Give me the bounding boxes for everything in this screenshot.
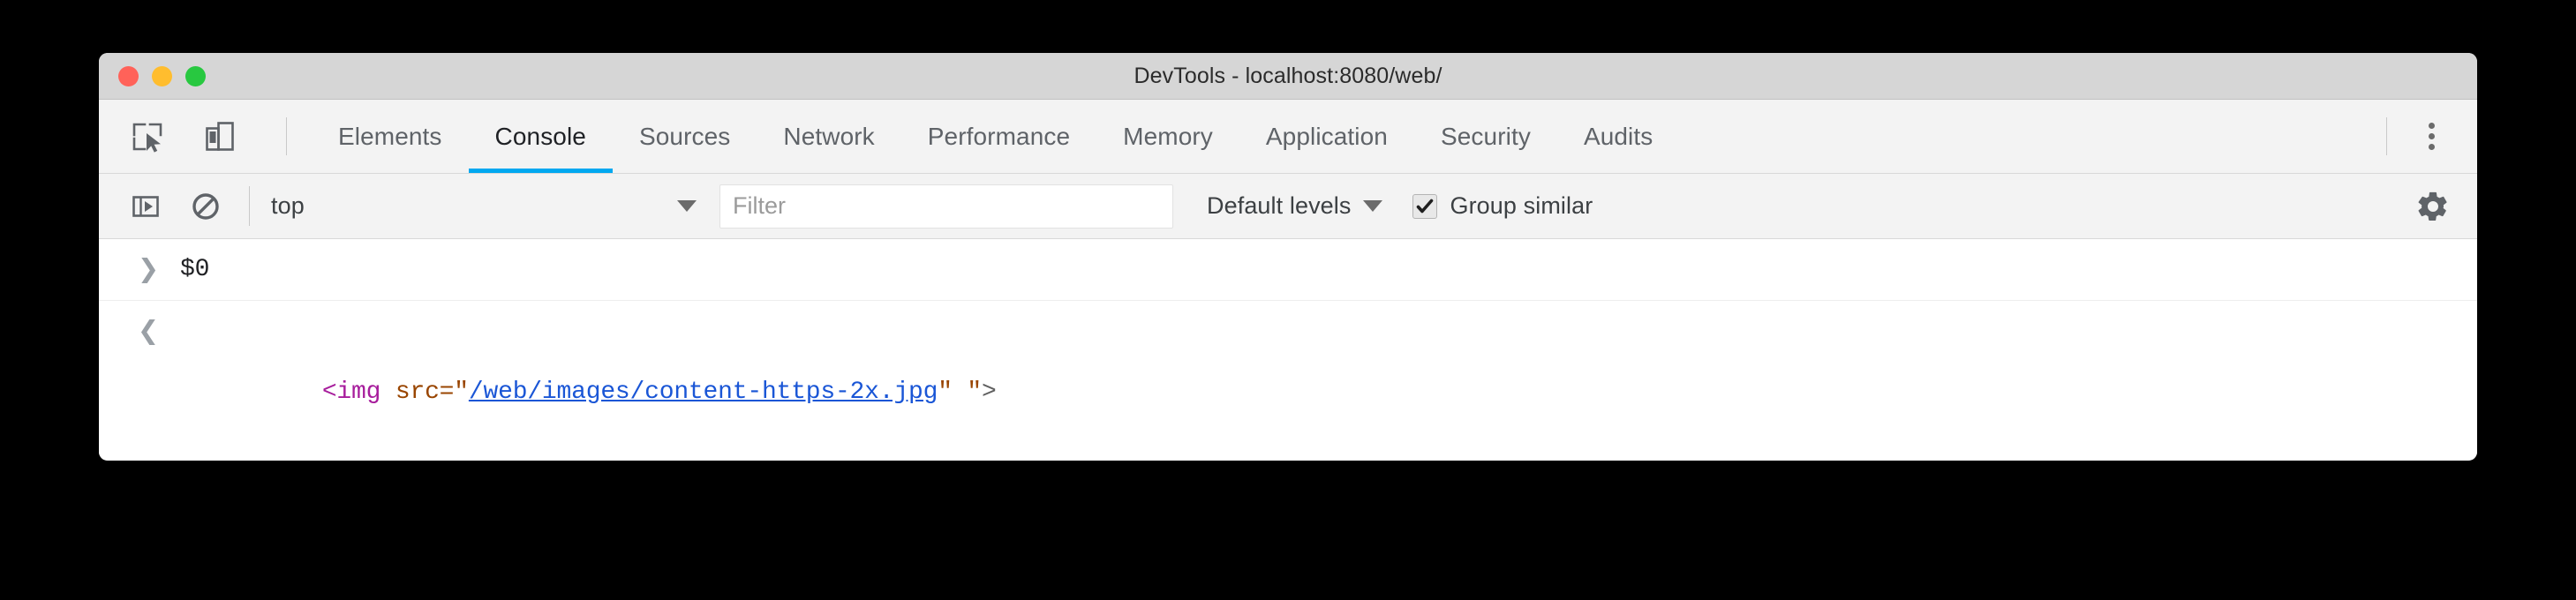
tab-label: Application — [1265, 122, 1388, 150]
tab-label: Sources — [638, 122, 731, 150]
chevron-down-icon — [677, 200, 697, 212]
window-titlebar: DevTools - localhost:8080/web/ — [99, 53, 2477, 100]
window-controls — [118, 53, 206, 100]
html-close-quote: " — [938, 379, 953, 406]
maximize-button[interactable] — [185, 66, 206, 86]
devtools-window: DevTools - localhost:8080/web/ Elements — [99, 53, 2477, 461]
kebab-dot — [2428, 123, 2435, 129]
html-attribute-name: src= — [395, 379, 455, 406]
tab-security[interactable]: Security — [1414, 100, 1557, 173]
html-space — [380, 379, 395, 406]
tab-label: Security — [1440, 122, 1531, 150]
tab-performance[interactable]: Performance — [901, 100, 1096, 173]
console-toolbar-divider — [249, 186, 250, 226]
console-message-list[interactable]: ❯ $0 ❮ <img src="/web/images/content-htt… — [99, 239, 2477, 460]
tab-label: Audits — [1583, 122, 1653, 150]
console-output-html: <img src="/web/images/content-https-2x.j… — [180, 301, 997, 461]
tab-application[interactable]: Application — [1239, 100, 1414, 173]
filter-input[interactable] — [719, 184, 1173, 229]
image-src-link[interactable]: /web/images/content-https-2x.jpg — [469, 379, 938, 406]
kebab-dot — [2428, 133, 2435, 139]
gear-icon[interactable] — [2408, 182, 2458, 231]
minimize-button[interactable] — [152, 66, 172, 86]
group-similar-checkbox[interactable]: Group similar — [1412, 192, 1593, 220]
output-arrow-icon: ❮ — [137, 317, 160, 345]
more-options-icon[interactable] — [2407, 111, 2456, 162]
tab-elements[interactable]: Elements — [312, 100, 469, 173]
kebab-dot — [2428, 144, 2435, 150]
tab-audits[interactable]: Audits — [1557, 100, 1679, 173]
html-trailing-quote: " — [952, 379, 983, 406]
inspect-element-icon[interactable] — [122, 111, 173, 162]
console-input-row[interactable]: ❯ $0 — [99, 239, 2477, 301]
group-similar-label: Group similar — [1450, 192, 1593, 219]
tab-label: Elements — [338, 122, 442, 150]
tab-memory[interactable]: Memory — [1096, 100, 1239, 173]
tabbar-right — [2367, 100, 2477, 173]
clear-console-icon[interactable] — [180, 181, 231, 232]
html-open-quote: " — [454, 379, 469, 406]
console-output-row[interactable]: ❮ <img src="/web/images/content-https-2x… — [99, 301, 2477, 461]
tab-network[interactable]: Network — [757, 100, 900, 173]
console-input-text: $0 — [180, 256, 210, 283]
tab-sources[interactable]: Sources — [613, 100, 757, 173]
html-close-tag: > — [982, 379, 997, 406]
device-toolbar-icon[interactable] — [194, 111, 245, 162]
tab-console[interactable]: Console — [468, 100, 614, 173]
window-title: DevTools - localhost:8080/web/ — [1134, 63, 1442, 88]
html-open-tag: <img — [321, 379, 381, 406]
log-levels-value: Default levels — [1207, 192, 1352, 219]
close-button[interactable] — [118, 66, 139, 86]
execution-context-select[interactable]: top — [266, 184, 707, 229]
devtools-tabbar: Elements Console Sources Network Perform… — [99, 100, 2477, 174]
log-levels-select[interactable]: Default levels — [1200, 187, 1390, 225]
chevron-down-icon — [1363, 200, 1383, 212]
input-prompt-icon: ❯ — [137, 255, 160, 283]
checkmark-icon — [1417, 199, 1434, 213]
panel-tabs: Elements Console Sources Network Perform… — [306, 100, 2367, 173]
console-toolbar: top Default levels Group similar — [99, 174, 2477, 239]
tabbar-tools — [99, 100, 306, 173]
console-sidebar-toggle-icon[interactable] — [120, 181, 171, 232]
tab-label: Network — [783, 122, 875, 150]
tab-label: Performance — [927, 122, 1071, 150]
execution-context-value: top — [271, 192, 305, 219]
tabbar-right-divider — [2386, 117, 2387, 155]
tabbar-divider — [286, 117, 287, 155]
tab-label: Console — [494, 122, 586, 150]
tab-label: Memory — [1123, 122, 1213, 150]
checkbox-box[interactable] — [1412, 193, 1438, 219]
